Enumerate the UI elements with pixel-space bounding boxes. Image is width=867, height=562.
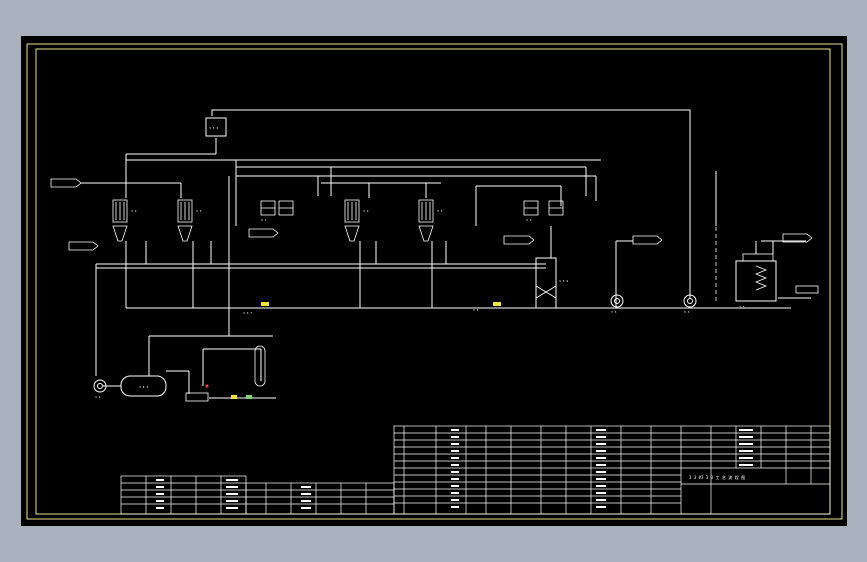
outer-frame [26, 43, 843, 520]
pipelines [81, 109, 811, 399]
unit-label-c: 3 3 [363, 209, 369, 213]
title-block [393, 425, 831, 515]
valve-b-label: 3 3 [473, 308, 479, 312]
small-equipment [185, 392, 209, 402]
storage-tank-label: 3 3 4 [559, 279, 568, 283]
unit-label-e4: 3 3 [526, 218, 532, 222]
unit-label-d: 3 3 [437, 209, 443, 213]
valve-markers [205, 302, 501, 399]
valve-a-label: 3 3 7 [243, 311, 252, 315]
parts-table-middle [245, 482, 395, 515]
unit-label-e3: 3 3 [261, 218, 267, 222]
arrow-tags [50, 178, 819, 294]
pump-2-label: 3 3 [684, 310, 690, 314]
pumps [93, 294, 697, 393]
drawing-sheet: 3 3 3 3 3 3 3 3 3 3 3 3 3 3 3 3 3 4 3 3 … [21, 36, 847, 526]
unit-label-a: 3 3 [131, 209, 137, 213]
filter-units [112, 199, 564, 242]
reactor-vessel [735, 260, 777, 302]
unit-label-b: 3 3 [196, 209, 202, 213]
dashed-lines [95, 171, 717, 376]
top-vessel-label: 3 3 3 [209, 126, 218, 130]
pump-3-label: 3 4 [95, 395, 101, 399]
pump-1-label: 3 3 [611, 310, 617, 314]
vertical-cylinder [254, 345, 266, 387]
drawing-title: 3 3 #3 3 3 工 艺 流 程 图 [689, 474, 745, 480]
storage-tank [535, 257, 557, 309]
process-flow-diagram: 3 3 3 3 3 3 3 3 3 3 3 3 3 3 3 3 3 4 3 3 … [26, 43, 843, 520]
reactor-label: 3 3 [739, 305, 745, 309]
drum-label: 3 4 3 [139, 385, 148, 389]
